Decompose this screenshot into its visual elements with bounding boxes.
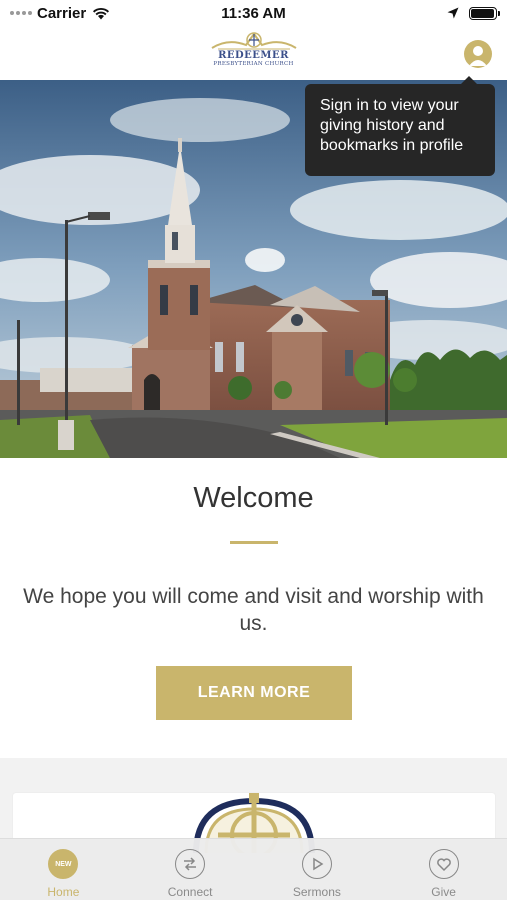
- battery-level: [471, 8, 494, 18]
- tab-connect[interactable]: Connect: [127, 839, 254, 900]
- tab-sermons[interactable]: Sermons: [254, 839, 381, 900]
- person-icon: [469, 46, 487, 66]
- tab-home[interactable]: NEW Home: [0, 839, 127, 900]
- tooltip-line-3: bookmarks in profile: [320, 137, 464, 154]
- logo-crest: [210, 32, 297, 50]
- profile-button[interactable]: [464, 40, 492, 68]
- welcome-divider: [230, 541, 278, 544]
- tab-give-label: Give: [431, 885, 456, 899]
- tooltip-line-2: giving history and: [320, 117, 445, 134]
- church-logo: REDEEMER PRESBYTERIAN CHURCH: [206, 30, 302, 74]
- welcome-text: We hope you will come and visit and wors…: [23, 585, 484, 635]
- location-arrow-icon: [447, 7, 459, 19]
- play-icon: [301, 849, 332, 879]
- logo-subtitle: PRESBYTERIAN CHURCH: [213, 61, 294, 67]
- status-bar: Carrier 11:36 AM: [0, 0, 507, 26]
- welcome-title: Welcome: [193, 482, 314, 514]
- tab-give[interactable]: Give: [380, 839, 507, 900]
- tab-connect-label: Connect: [167, 885, 213, 899]
- learn-more-button[interactable]: LEARN MORE: [156, 666, 352, 720]
- tooltip-line-1: Sign in to view your: [320, 97, 459, 114]
- wifi-icon: [93, 7, 110, 19]
- carrier-label: Carrier: [37, 4, 87, 22]
- tab-sermons-label: Sermons: [292, 885, 341, 899]
- signal-icon: [10, 11, 32, 15]
- welcome-card: Welcome We hope you will come and visit …: [0, 458, 507, 758]
- logo-name: REDEEMER: [218, 50, 289, 61]
- app-header: REDEEMER PRESBYTERIAN CHURCH: [0, 26, 507, 80]
- new-badge-icon: NEW: [48, 849, 79, 879]
- swap-arrows-icon: [175, 849, 206, 879]
- sign-in-tooltip: Sign in to view your giving history and …: [305, 76, 495, 176]
- heart-icon: [428, 849, 459, 879]
- tab-home-label: Home: [47, 885, 80, 899]
- battery-icon: [469, 6, 500, 20]
- tab-bar: NEW Home Connect Sermons Give: [0, 838, 507, 900]
